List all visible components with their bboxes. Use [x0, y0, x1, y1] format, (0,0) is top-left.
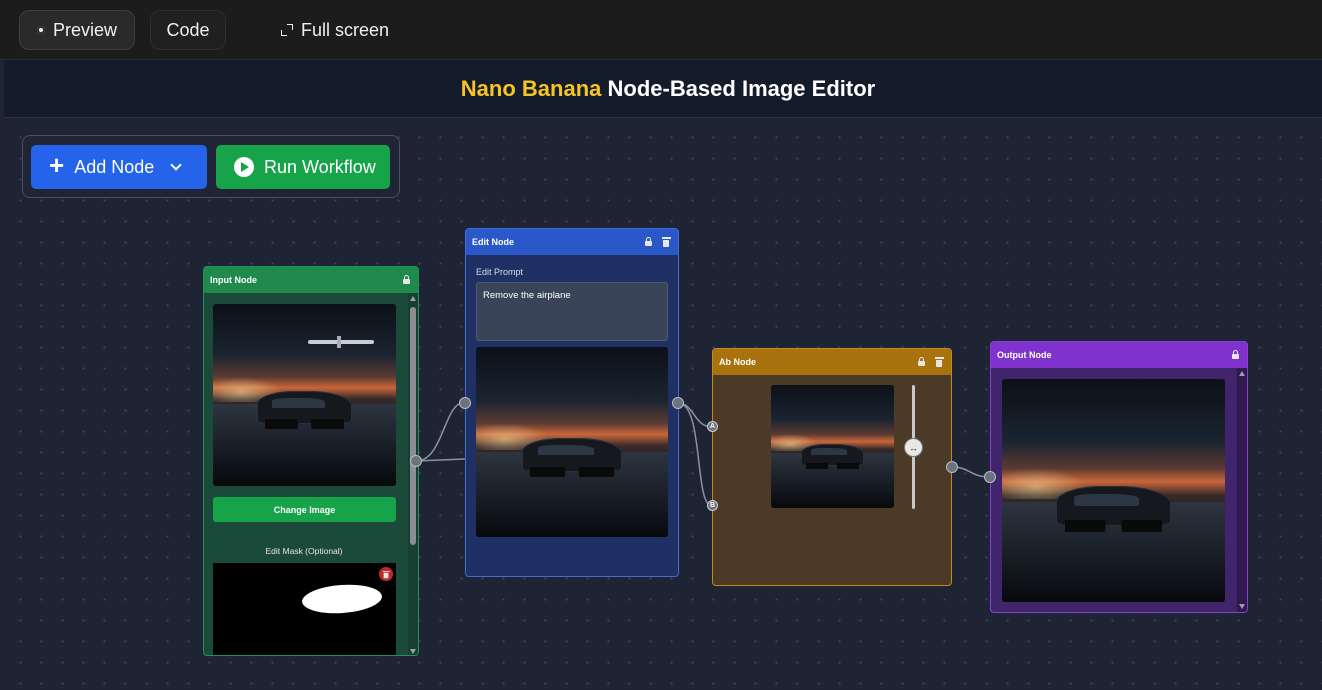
- trash-icon[interactable]: [933, 357, 945, 367]
- fullscreen-label: Full screen: [300, 19, 390, 40]
- output-image: [1002, 379, 1225, 602]
- input-node-title: Input Node: [210, 275, 257, 285]
- scroll-down-icon[interactable]: [410, 649, 416, 654]
- ab-node-output-port[interactable]: [946, 461, 958, 473]
- lock-icon[interactable]: [1229, 350, 1241, 360]
- output-node-header[interactable]: Output Node: [991, 342, 1247, 368]
- lock-icon[interactable]: [400, 275, 412, 285]
- wire-edit-to-ab-b: [677, 402, 713, 507]
- ab-node-header[interactable]: Ab Node: [713, 349, 951, 375]
- ab-node[interactable]: Ab Node ↔: [712, 348, 952, 586]
- editor-canvas[interactable]: Nano Banana Node-Based Image Editor + Ad…: [4, 60, 1322, 690]
- mask-stroke: [301, 582, 383, 616]
- input-image: [213, 304, 396, 486]
- ab-node-title: Ab Node: [719, 357, 756, 367]
- output-node-scrollbar[interactable]: [1237, 368, 1247, 612]
- edit-node-output-port[interactable]: [672, 397, 684, 409]
- wire-input-to-edit: [415, 402, 466, 462]
- mask-canvas[interactable]: [213, 563, 396, 655]
- top-bar: Preview Code Full screen: [0, 0, 1322, 60]
- input-node-scrollbar[interactable]: [408, 293, 418, 655]
- code-label: Code: [166, 19, 210, 40]
- edit-node-header[interactable]: Edit Node: [466, 229, 678, 255]
- edit-node-title: Edit Node: [472, 237, 514, 247]
- preview-tab[interactable]: Preview: [19, 10, 135, 50]
- edit-prompt-input[interactable]: Remove the airplane: [476, 282, 668, 341]
- input-node[interactable]: Input Node Change Image Edit Mask (Optio…: [203, 266, 419, 656]
- input-node-header[interactable]: Input Node: [204, 267, 418, 293]
- ab-node-port-a[interactable]: A: [707, 421, 718, 432]
- output-node[interactable]: Output Node: [990, 341, 1248, 613]
- output-node-title: Output Node: [997, 350, 1052, 360]
- ab-node-port-b[interactable]: B: [707, 500, 718, 511]
- edit-prompt-label: Edit Prompt: [476, 267, 524, 277]
- fullscreen-button[interactable]: Full screen: [270, 10, 400, 50]
- scroll-thumb[interactable]: [410, 307, 416, 545]
- change-image-button[interactable]: Change Image: [213, 497, 396, 522]
- ab-compare-image: [771, 385, 894, 508]
- compare-slider-handle[interactable]: ↔: [904, 438, 923, 457]
- scroll-up-icon[interactable]: [1239, 371, 1245, 376]
- trash-icon: [382, 570, 390, 578]
- preview-dot-icon: [36, 26, 45, 34]
- preview-label: Preview: [52, 19, 118, 40]
- scroll-up-icon[interactable]: [410, 296, 416, 301]
- fullscreen-icon: [280, 24, 293, 36]
- edit-result-image: [476, 347, 668, 537]
- clear-mask-button[interactable]: [379, 567, 393, 581]
- trash-icon[interactable]: [660, 237, 672, 247]
- edit-node-input-port[interactable]: [459, 397, 471, 409]
- input-node-output-port[interactable]: [410, 455, 422, 467]
- scroll-down-icon[interactable]: [1239, 604, 1245, 609]
- airplane: [308, 336, 375, 349]
- lock-icon[interactable]: [915, 357, 927, 367]
- edit-mask-label: Edit Mask (Optional): [265, 546, 343, 556]
- output-node-input-port[interactable]: [984, 471, 996, 483]
- code-tab[interactable]: Code: [150, 10, 226, 50]
- lock-icon[interactable]: [642, 237, 654, 247]
- edit-node[interactable]: Edit Node Edit Prompt Remove the airplan…: [465, 228, 679, 577]
